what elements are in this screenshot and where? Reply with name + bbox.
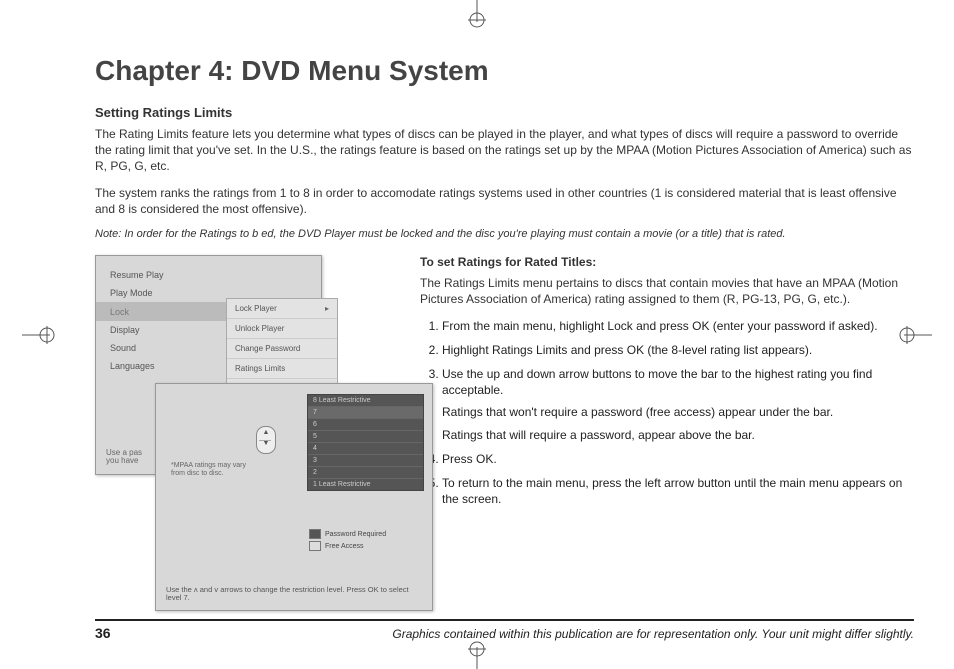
subheading: To set Ratings for Rated Titles: — [420, 255, 914, 269]
chapter-title: Chapter 4: DVD Menu System — [95, 55, 914, 87]
rating-level-5: 5 — [308, 431, 423, 443]
step-4: Press OK. — [442, 451, 914, 467]
rating-level-8: 8 Least Restrictive — [308, 395, 423, 407]
rating-level-6: 6 — [308, 419, 423, 431]
section-heading: Setting Ratings Limits — [95, 105, 914, 120]
legend-free-access: Free Access — [325, 543, 364, 550]
legend-password-required: Password Required — [325, 531, 386, 538]
menu-hint: Use a pas you have — [106, 449, 142, 467]
step-3-note-2: Ratings that will require a password, ap… — [442, 427, 914, 443]
ratings-hint: Use the ʌ and v arrows to change the res… — [166, 586, 422, 603]
subsection-paragraph: The Ratings Limits menu pertains to disc… — [420, 275, 914, 307]
figure-area: Resume Play Play Mode Lock 🔒◂ Display So… — [95, 255, 400, 595]
page-number: 36 — [95, 625, 111, 641]
chevron-right-icon: ▸ — [325, 304, 329, 313]
submenu-lock-player: Lock Player▸ — [227, 299, 337, 319]
step-3: Use the up and down arrow buttons to mov… — [442, 366, 914, 443]
step-1: From the main menu, highlight Lock and p… — [442, 318, 914, 334]
rating-level-7: 7 — [308, 407, 423, 419]
body-paragraph-1: The Rating Limits feature lets you deter… — [95, 126, 914, 175]
submenu-change-password: Change Password — [227, 339, 337, 359]
note-paragraph: Note: In order for the Ratings to b ed, … — [95, 227, 914, 241]
rating-level-1: 1 Least Restrictive — [308, 479, 423, 490]
steps-list: From the main menu, highlight Lock and p… — [420, 318, 914, 508]
step-5: To return to the main menu, press the le… — [442, 475, 914, 507]
rating-level-4: 4 — [308, 443, 423, 455]
crop-mark-bottom — [462, 639, 492, 669]
page-footer: 36 Graphics contained within this public… — [95, 619, 914, 641]
screenshot-ratings-panel: ▲▼ 8 Least Restrictive 7 6 5 4 3 2 1 Lea… — [155, 383, 433, 611]
body-paragraph-2: The system ranks the ratings from 1 to 8… — [95, 185, 914, 217]
submenu-ratings-limits: Ratings Limits — [227, 359, 337, 379]
rating-level-2: 2 — [308, 467, 423, 479]
ratings-level-list: 8 Least Restrictive 7 6 5 4 3 2 1 Least … — [307, 394, 424, 491]
menu-item-lock-label: Lock — [110, 307, 129, 317]
submenu-unlock-player: Unlock Player — [227, 319, 337, 339]
mpaa-footnote: *MPAA ratings may vary from disc to disc… — [171, 462, 261, 477]
swatch-light — [309, 541, 321, 551]
footer-disclaimer: Graphics contained within this publicati… — [392, 627, 914, 641]
crop-mark-left — [22, 320, 62, 350]
crop-mark-top — [462, 0, 492, 30]
up-down-arrow-icon: ▲▼ — [256, 426, 276, 454]
rating-level-3: 3 — [308, 455, 423, 467]
step-3-note-1: Ratings that won't require a password (f… — [442, 404, 914, 420]
step-2: Highlight Ratings Limits and press OK (t… — [442, 342, 914, 358]
ratings-legend: Password Required Free Access — [309, 529, 424, 553]
swatch-dark — [309, 529, 321, 539]
menu-item-resume: Resume Play — [96, 266, 321, 284]
